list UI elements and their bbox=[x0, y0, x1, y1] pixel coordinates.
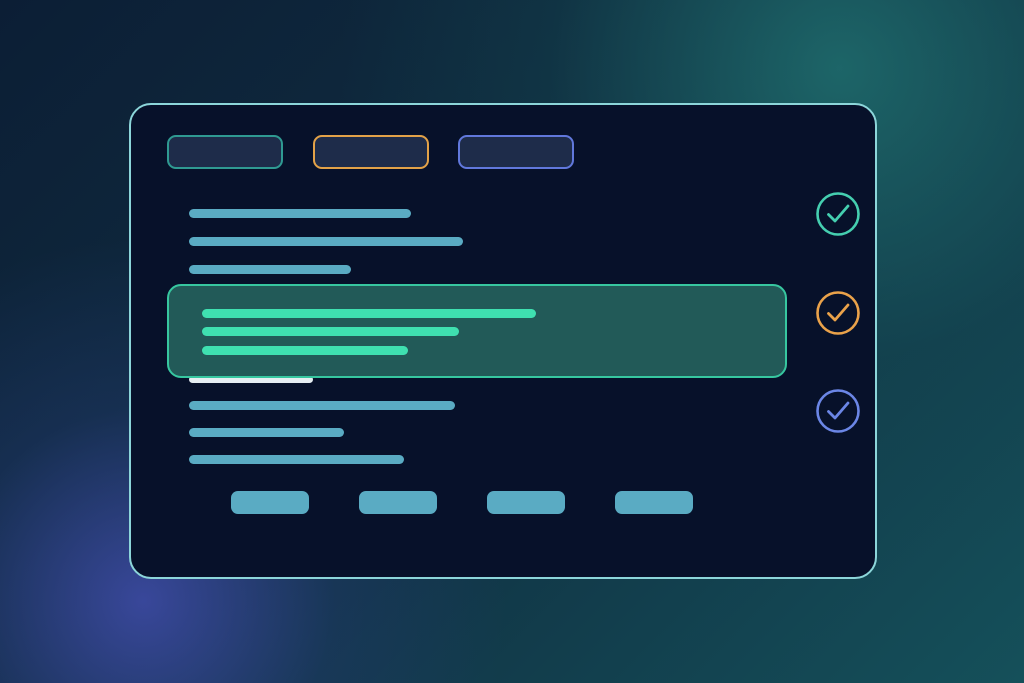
text-line bbox=[189, 401, 455, 410]
highlighted-row[interactable] bbox=[167, 284, 787, 378]
check-circle-icon[interactable] bbox=[815, 290, 861, 336]
main-panel bbox=[129, 103, 877, 579]
tab-teal[interactable] bbox=[167, 135, 283, 169]
highlight-line bbox=[202, 346, 408, 355]
text-line bbox=[189, 455, 404, 464]
text-line bbox=[189, 265, 351, 274]
action-pill[interactable] bbox=[487, 491, 565, 514]
tab-orange[interactable] bbox=[313, 135, 429, 169]
action-pill[interactable] bbox=[615, 491, 693, 514]
highlight-line bbox=[202, 327, 459, 336]
check-circle-icon[interactable] bbox=[815, 388, 861, 434]
check-circle-icon[interactable] bbox=[815, 191, 861, 237]
action-pill[interactable] bbox=[359, 491, 437, 514]
text-line bbox=[189, 428, 344, 437]
tab-blue[interactable] bbox=[458, 135, 574, 169]
text-line bbox=[189, 209, 411, 218]
text-line bbox=[189, 237, 463, 246]
highlight-line bbox=[202, 309, 536, 318]
action-pill[interactable] bbox=[231, 491, 309, 514]
